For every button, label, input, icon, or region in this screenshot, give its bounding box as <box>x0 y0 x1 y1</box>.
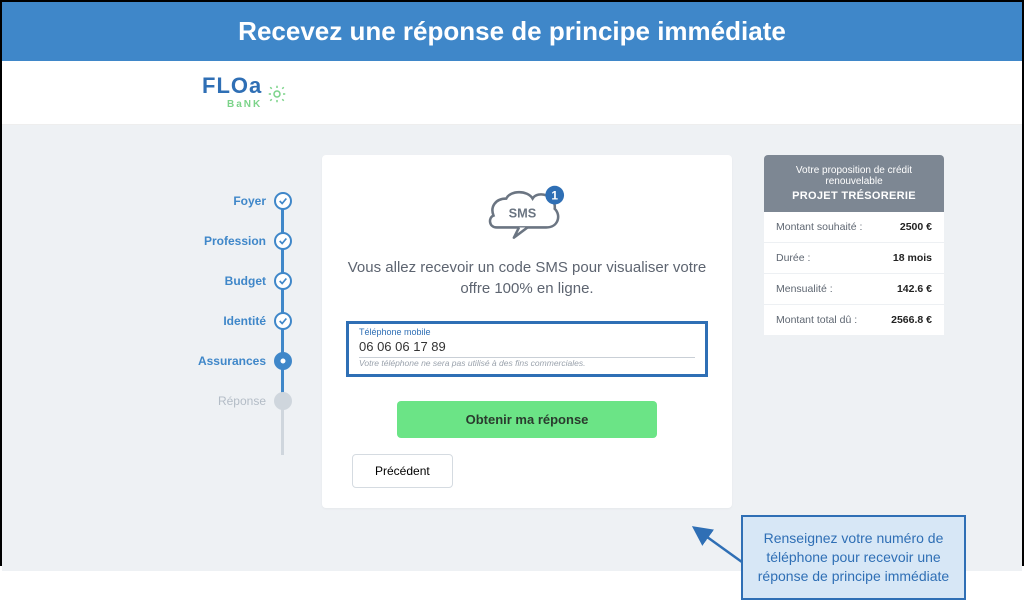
summary-value: 142.6 € <box>897 283 932 295</box>
brand-logo: FLOa BaNK <box>202 73 286 110</box>
logo-gear-icon <box>268 83 286 101</box>
phone-field-label: Téléphone mobile <box>359 328 695 337</box>
current-dot-icon <box>274 352 292 370</box>
content-area: Foyer Profession Budget Identité Assuran… <box>2 125 1022 571</box>
check-icon <box>274 312 292 330</box>
progress-stepper: Foyer Profession Budget Identité Assuran… <box>182 181 292 421</box>
summary-value: 2500 € <box>900 221 932 233</box>
logo-subtext: BaNK <box>202 99 262 110</box>
summary-head-line2: PROJET TRÉSORERIE <box>772 190 936 202</box>
page-banner: Recevez une réponse de principe immédiat… <box>2 2 1022 61</box>
summary-value: 2566.8 € <box>891 314 932 326</box>
check-icon <box>274 192 292 210</box>
check-icon <box>274 272 292 290</box>
sms-card: SMS 1 Vous allez recevoir un code SMS po… <box>322 155 732 508</box>
step-label: Foyer <box>182 194 266 208</box>
logo-text: FLOa <box>202 73 262 98</box>
summary-key: Montant souhaité : <box>776 221 862 233</box>
summary-body: Montant souhaité : 2500 € Durée : 18 moi… <box>764 212 944 335</box>
submit-button[interactable]: Obtenir ma réponse <box>397 401 657 438</box>
summary-value: 18 mois <box>893 252 932 264</box>
svg-text:1: 1 <box>551 188 558 202</box>
step-reponse: Réponse <box>182 381 292 421</box>
banner-title: Recevez une réponse de principe immédiat… <box>238 16 786 46</box>
step-label: Assurances <box>182 354 266 368</box>
summary-row-monthly: Mensualité : 142.6 € <box>764 274 944 305</box>
previous-button[interactable]: Précédent <box>352 454 453 488</box>
step-label: Réponse <box>182 394 266 408</box>
step-profession[interactable]: Profession <box>182 221 292 261</box>
summary-row-total: Montant total dû : 2566.8 € <box>764 305 944 335</box>
summary-key: Durée : <box>776 252 810 264</box>
help-callout: Renseignez votre numéro de téléphone pou… <box>741 515 966 600</box>
step-foyer[interactable]: Foyer <box>182 181 292 221</box>
step-budget[interactable]: Budget <box>182 261 292 301</box>
svg-text:SMS: SMS <box>508 205 536 220</box>
step-label: Profession <box>182 234 266 248</box>
logo-bar: FLOa BaNK <box>2 61 1022 125</box>
summary-key: Montant total dû : <box>776 314 857 326</box>
card-text: Vous allez recevoir un code SMS pour vis… <box>346 257 708 299</box>
phone-input[interactable] <box>359 337 695 358</box>
sms-cloud-icon: SMS 1 <box>485 183 570 243</box>
phone-field-wrap[interactable]: Téléphone mobile Votre téléphone ne sera… <box>346 321 708 377</box>
summary-key: Mensualité : <box>776 283 833 295</box>
credit-summary: Votre proposition de crédit renouvelable… <box>764 155 944 335</box>
step-identite[interactable]: Identité <box>182 301 292 341</box>
check-icon <box>274 232 292 250</box>
step-label: Identité <box>182 314 266 328</box>
step-label: Budget <box>182 274 266 288</box>
pending-dot-icon <box>274 392 292 410</box>
summary-head-line1: Votre proposition de crédit renouvelable <box>796 165 912 187</box>
callout-text: Renseignez votre numéro de téléphone pou… <box>758 530 949 584</box>
step-assurances[interactable]: Assurances <box>182 341 292 381</box>
summary-header: Votre proposition de crédit renouvelable… <box>764 155 944 212</box>
summary-row-duration: Durée : 18 mois <box>764 243 944 274</box>
phone-field-hint: Votre téléphone ne sera pas utilisé à de… <box>359 358 695 368</box>
